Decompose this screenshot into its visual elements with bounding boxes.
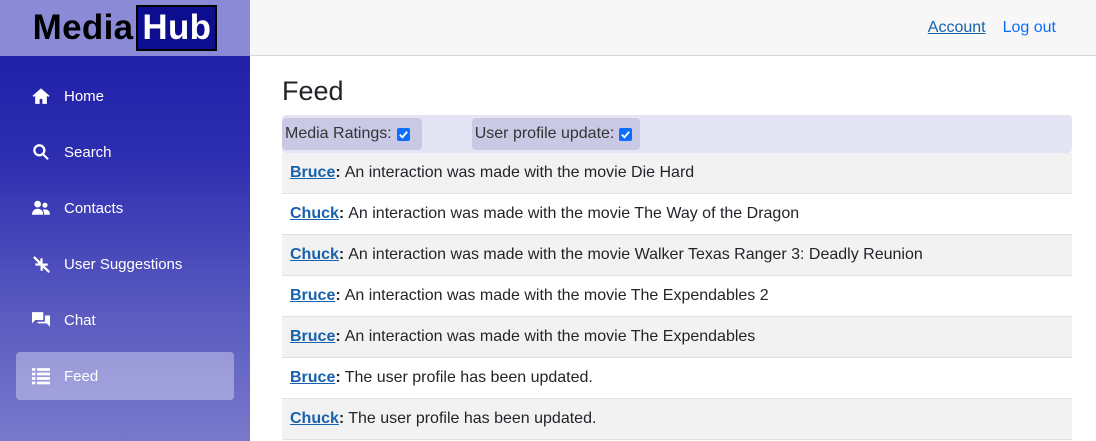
feed-colon: :: [338, 410, 345, 427]
feed-filters: Media Ratings: User profile update:: [282, 115, 1072, 153]
feed-user-link[interactable]: Bruce: [290, 369, 335, 387]
feed-user-link[interactable]: Chuck: [290, 410, 339, 428]
sidebar-item-label: Chat: [64, 311, 96, 329]
sidebar-item-label: Home: [64, 87, 105, 105]
sidebar-item-search[interactable]: Search: [16, 128, 234, 176]
home-icon: [32, 87, 50, 105]
chat-icon: [32, 311, 50, 329]
feed-colon: :: [338, 246, 345, 263]
brand-hub-text: Hub: [136, 5, 218, 51]
brand-wordmark: Media Hub: [33, 5, 218, 51]
page-title: Feed: [282, 76, 344, 106]
feed-user-link[interactable]: Bruce: [290, 328, 335, 346]
sidebar: Media Hub Home Search Contacts User Sugg…: [0, 0, 250, 441]
feed-user-link[interactable]: Chuck: [290, 205, 339, 223]
feed-colon: :: [335, 369, 341, 386]
brand-logo[interactable]: Media Hub: [0, 0, 250, 56]
sidebar-nav: Home Search Contacts User Suggestions Ch…: [0, 72, 250, 400]
feed-item: Bruce: The user profile has been updated…: [282, 358, 1072, 399]
sidebar-item-home[interactable]: Home: [16, 72, 234, 120]
sidebar-item-feed[interactable]: Feed: [16, 352, 234, 400]
feed-item: Bruce: An interaction was made with the …: [282, 317, 1072, 358]
list-icon: [32, 367, 50, 385]
feed-item: Chuck: An interaction was made with the …: [282, 194, 1072, 235]
main-content: Feed Media Ratings: User profile update:…: [282, 56, 1072, 440]
feed-text: An interaction was made with the movie T…: [344, 328, 756, 345]
sidebar-item-label: Feed: [64, 367, 99, 385]
search-icon: [32, 143, 50, 161]
filter-label: Media Ratings:: [285, 125, 392, 142]
user-profile-update-checkbox[interactable]: [619, 127, 633, 141]
feed-colon: :: [335, 287, 341, 304]
sidebar-item-label: Contacts: [64, 199, 124, 217]
media-ratings-checkbox[interactable]: [396, 127, 410, 141]
sidebar-item-label: User Suggestions: [64, 255, 183, 273]
feed-text: An interaction was made with the movie T…: [344, 287, 769, 304]
checkmark-icon: [621, 130, 631, 139]
feed-text: An interaction was made with the movie D…: [344, 164, 695, 181]
brand-media-text: Media: [32, 8, 134, 47]
sidebar-item-contacts[interactable]: Contacts: [16, 184, 234, 232]
feed-colon: :: [335, 164, 341, 181]
top-bar: Account Log out: [250, 0, 1096, 56]
feed-item: Bruce: An interaction was made with the …: [282, 276, 1072, 317]
feed-user-link[interactable]: Bruce: [290, 164, 335, 182]
filter-user-profile-update[interactable]: User profile update:: [471, 118, 641, 150]
feed-text: An interaction was made with the movie W…: [348, 246, 923, 263]
feed-item: Chuck: The user profile has been updated…: [282, 399, 1072, 440]
checkmark-icon: [398, 130, 408, 139]
sidebar-item-user-suggestions[interactable]: User Suggestions: [16, 240, 234, 288]
feed-list: Bruce: An interaction was made with the …: [282, 153, 1072, 440]
filter-label: User profile update:: [474, 125, 615, 142]
feed-text: An interaction was made with the movie T…: [348, 205, 800, 222]
feed-text: The user profile has been updated.: [344, 369, 593, 386]
suggestions-icon: [32, 255, 50, 273]
sidebar-item-label: Search: [64, 143, 112, 161]
feed-item: Bruce: An interaction was made with the …: [282, 153, 1072, 194]
feed-item: Chuck: An interaction was made with the …: [282, 235, 1072, 276]
sidebar-item-chat[interactable]: Chat: [16, 296, 234, 344]
feed-user-link[interactable]: Chuck: [290, 246, 339, 264]
feed-user-link[interactable]: Bruce: [290, 287, 335, 305]
account-link[interactable]: Account: [928, 19, 986, 37]
feed-colon: :: [335, 328, 341, 345]
feed-colon: :: [338, 205, 345, 222]
feed-text: The user profile has been updated.: [348, 410, 597, 427]
filter-media-ratings[interactable]: Media Ratings:: [282, 118, 422, 150]
logout-link[interactable]: Log out: [1003, 19, 1056, 37]
contacts-icon: [32, 199, 50, 217]
